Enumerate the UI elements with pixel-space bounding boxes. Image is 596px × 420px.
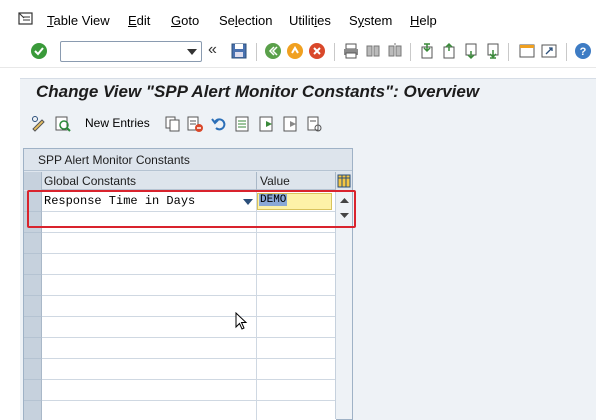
page-title: Change View "SPP Alert Monitor Constants… — [36, 82, 480, 101]
table-settings-icon[interactable] — [335, 172, 352, 190]
exit-icon[interactable] — [286, 42, 304, 60]
toolbar-separator — [508, 43, 509, 61]
first-page-icon[interactable] — [418, 42, 436, 60]
highlight-box — [27, 190, 356, 228]
last-page-icon[interactable] — [484, 42, 502, 60]
cell-separator — [256, 233, 257, 254]
cancel-icon[interactable] — [308, 42, 326, 60]
application-toolbar: New Entries — [20, 108, 596, 140]
toolbar-separator — [410, 43, 411, 61]
print-icon[interactable] — [342, 42, 360, 60]
menu-selection[interactable]: Selection — [219, 13, 273, 28]
row-selector[interactable] — [24, 254, 42, 275]
help-icon[interactable]: ? — [574, 42, 592, 60]
display-change-icon[interactable] — [30, 115, 48, 133]
select-all-column-header[interactable] — [24, 172, 42, 190]
find-icon[interactable] — [364, 42, 382, 60]
menu-edit[interactable]: Edit — [128, 13, 150, 28]
table-row — [24, 275, 336, 296]
toolbar-separator — [566, 43, 567, 61]
table-row — [24, 254, 336, 275]
toolbar-separator — [334, 43, 335, 61]
enter-check-icon[interactable] — [30, 42, 48, 60]
menu-help[interactable]: Help — [410, 13, 437, 28]
new-entries-button[interactable]: New Entries — [85, 116, 150, 130]
undo-icon[interactable] — [210, 115, 228, 133]
table-title-bar: SPP Alert Monitor Constants — [24, 149, 352, 171]
cell-separator — [256, 401, 257, 420]
table-control: SPP Alert Monitor Constants Global Const… — [23, 148, 353, 420]
menu-window-icon[interactable] — [18, 12, 35, 27]
column-separator[interactable] — [256, 172, 257, 190]
row-selector[interactable] — [24, 275, 42, 296]
shortcut-icon[interactable] — [540, 42, 558, 60]
row-selector[interactable] — [24, 233, 42, 254]
table-row — [24, 359, 336, 380]
standard-toolbar: « ? — [0, 36, 596, 68]
table-row — [24, 317, 336, 338]
row-selector[interactable] — [24, 401, 42, 420]
select-block-icon[interactable] — [258, 115, 276, 133]
select-all-icon[interactable] — [234, 115, 252, 133]
row-selector[interactable] — [24, 296, 42, 317]
previous-page-icon[interactable] — [440, 42, 458, 60]
table-row — [24, 296, 336, 317]
cell-separator — [256, 380, 257, 401]
column-header-global-constants[interactable]: Global Constants — [44, 174, 136, 188]
column-header-value[interactable]: Value — [260, 174, 290, 188]
command-field[interactable] — [60, 41, 202, 62]
table-row — [24, 338, 336, 359]
chevron-down-icon[interactable] — [187, 49, 197, 55]
cell-separator — [256, 338, 257, 359]
svg-text:?: ? — [580, 46, 587, 58]
delete-icon[interactable] — [186, 115, 204, 133]
row-selector[interactable] — [24, 359, 42, 380]
create-session-icon[interactable] — [518, 42, 536, 60]
table-row — [24, 233, 336, 254]
deselect-all-icon[interactable] — [282, 115, 300, 133]
copy-as-icon[interactable] — [164, 115, 182, 133]
row-selector[interactable] — [24, 317, 42, 338]
menu-system[interactable]: System — [349, 13, 392, 28]
menu-goto[interactable]: Goto — [171, 13, 199, 28]
table-title: SPP Alert Monitor Constants — [38, 153, 190, 167]
toolbar-separator — [256, 43, 257, 61]
save-icon[interactable] — [230, 42, 248, 60]
row-selector[interactable] — [24, 338, 42, 359]
menu-utilities[interactable]: Utilities — [289, 13, 331, 28]
display-details-icon[interactable] — [54, 115, 72, 133]
find-next-icon[interactable] — [386, 42, 404, 60]
mouse-cursor-icon — [235, 312, 248, 330]
screen-title-bar: Change View "SPP Alert Monitor Constants… — [20, 78, 596, 108]
print-view-icon[interactable] — [306, 115, 324, 133]
back-icon[interactable] — [264, 42, 282, 60]
cell-separator — [256, 275, 257, 296]
table-row — [24, 380, 336, 401]
menu-table-view[interactable]: Table View — [47, 13, 110, 28]
table-row — [24, 401, 336, 420]
menu-bar: Table View Edit Goto Selection Utilities… — [0, 0, 596, 40]
next-page-icon[interactable] — [462, 42, 480, 60]
cell-separator — [256, 317, 257, 338]
cell-separator — [256, 359, 257, 380]
row-selector[interactable] — [24, 380, 42, 401]
cell-separator — [256, 296, 257, 317]
table-header: Global Constants Value — [24, 172, 352, 190]
cell-separator — [256, 254, 257, 275]
chevron-left-double-icon[interactable]: « — [208, 41, 217, 59]
